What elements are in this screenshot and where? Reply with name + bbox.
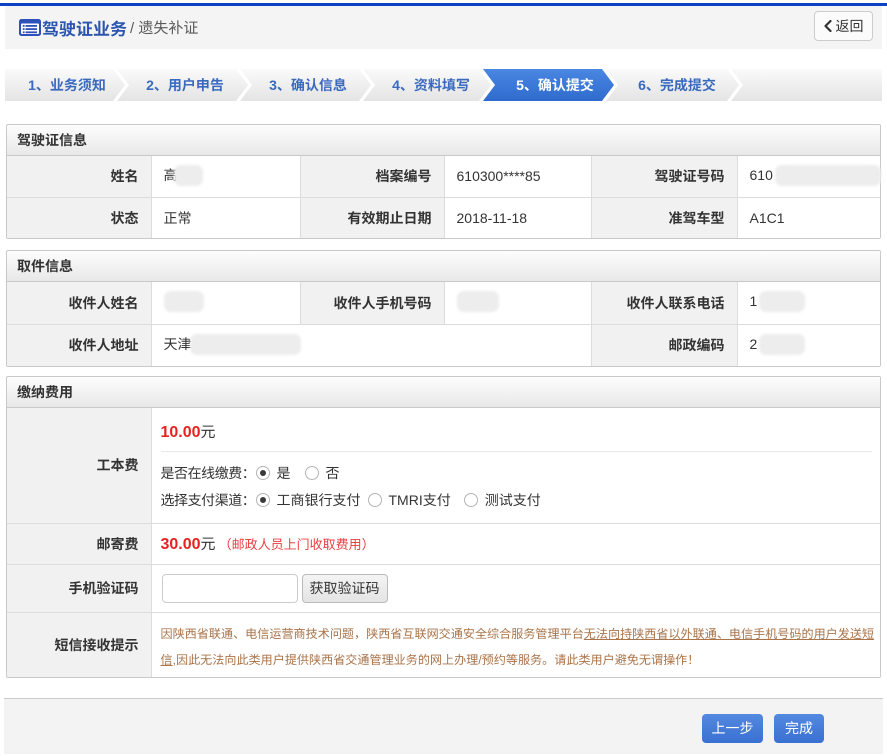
- svg-text:2、用户申告: 2、用户申告: [146, 77, 224, 93]
- svg-text:5、确认提交: 5、确认提交: [516, 77, 594, 93]
- svg-text:4、资料填写: 4、资料填写: [392, 77, 470, 93]
- svg-text:6、完成提交: 6、完成提交: [638, 77, 716, 93]
- svg-text:1、业务须知: 1、业务须知: [28, 77, 106, 93]
- svg-text:3、确认信息: 3、确认信息: [269, 77, 347, 93]
